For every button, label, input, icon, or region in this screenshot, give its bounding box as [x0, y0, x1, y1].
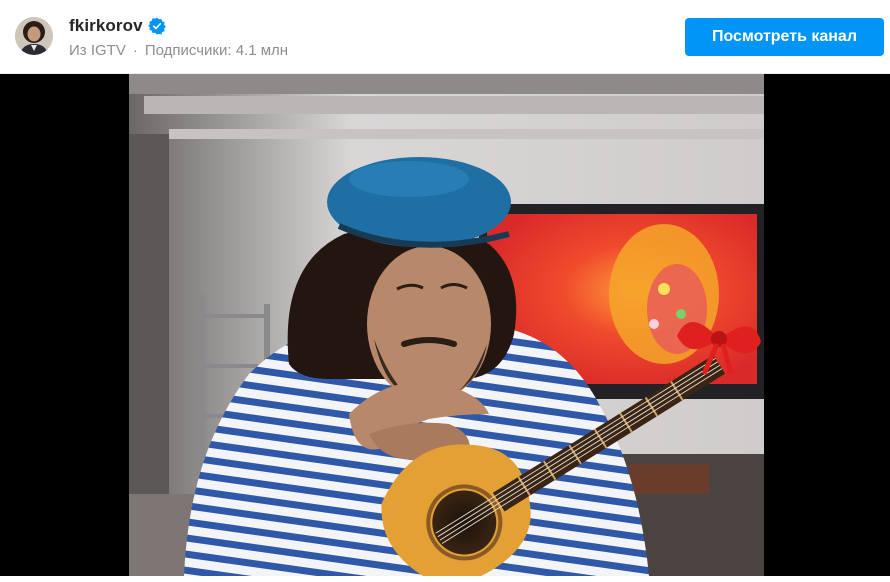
username-link[interactable]: fkirkorov	[69, 16, 143, 36]
avatar[interactable]	[15, 17, 53, 55]
video-player[interactable]	[0, 74, 890, 576]
subscriber-count: Подписчики: 4.1 млн	[144, 42, 289, 59]
video-thumbnail[interactable]	[129, 74, 764, 576]
channel-meta: Из IGTV · Подписчики: 4.1 млн	[69, 42, 288, 59]
video-frame-image	[129, 74, 764, 576]
verified-badge-icon	[147, 17, 166, 35]
view-channel-button[interactable]: Посмотреть канал	[685, 18, 884, 56]
source-label: Из IGTV	[69, 42, 126, 59]
username-row: fkirkorov	[69, 16, 166, 36]
avatar-image	[15, 17, 53, 55]
bottom-divider	[0, 576, 890, 582]
meta-separator: ·	[132, 42, 138, 59]
channel-header: fkirkorov Из IGTV · Подписчики: 4.1 млн …	[0, 0, 890, 74]
